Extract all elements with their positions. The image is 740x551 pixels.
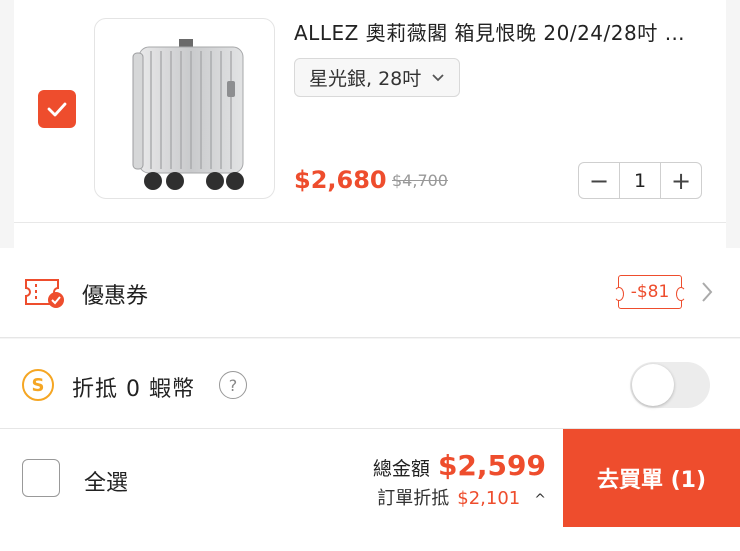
original-price: $4,700 bbox=[392, 171, 448, 190]
help-icon[interactable]: ? bbox=[219, 371, 247, 399]
quantity-value[interactable]: 1 bbox=[619, 163, 661, 198]
coins-row: S 折抵 0 蝦幣 ? bbox=[0, 339, 740, 429]
decrease-button[interactable]: − bbox=[579, 163, 619, 198]
suitcase-image bbox=[132, 39, 244, 190]
coins-toggle[interactable] bbox=[630, 362, 710, 408]
chevron-right-icon bbox=[702, 282, 713, 302]
voucher-discount-badge: -$81 bbox=[614, 275, 686, 309]
quantity-stepper: − 1 + bbox=[578, 162, 702, 199]
toggle-knob bbox=[632, 364, 674, 406]
variant-selector[interactable]: 星光銀, 28吋 bbox=[294, 58, 461, 97]
coins-label: 折抵 0 蝦幣 bbox=[72, 377, 195, 402]
voucher-icon bbox=[25, 279, 64, 308]
discount-label: 訂單折抵 bbox=[377, 488, 450, 509]
coin-icon: S bbox=[22, 369, 54, 401]
discount-line[interactable]: 訂單折抵 $2,101 ^ bbox=[377, 484, 546, 510]
check-icon bbox=[47, 102, 67, 117]
checkout-button[interactable]: 去買單 (1) bbox=[563, 429, 740, 527]
select-all-label[interactable]: 全選 bbox=[84, 465, 128, 497]
product-thumbnail[interactable] bbox=[94, 18, 275, 199]
variant-label: 星光銀, 28吋 bbox=[309, 68, 422, 90]
item-checkbox[interactable] bbox=[38, 90, 76, 128]
select-all-checkbox[interactable] bbox=[22, 459, 60, 497]
chevron-down-icon bbox=[432, 73, 444, 81]
product-title[interactable]: ALLEZ 奧莉薇閣 箱見恨晚 20/24/28吋 行李箱 bbox=[294, 18, 704, 48]
voucher-label: 優惠券 bbox=[82, 284, 149, 309]
total-label: 總金額 bbox=[372, 458, 430, 480]
total-line: 總金額 $2,599 bbox=[373, 449, 546, 482]
chevron-up-icon[interactable]: ^ bbox=[534, 492, 546, 508]
discount-value: $2,101 bbox=[457, 488, 521, 509]
increase-button[interactable]: + bbox=[661, 163, 701, 198]
checkout-bar: 全選 總金額 $2,599 訂單折抵 $2,101 ^ 去買單 (1) bbox=[0, 429, 740, 551]
total-value: $2,599 bbox=[437, 449, 546, 482]
voucher-row[interactable]: 優惠券 -$81 bbox=[0, 248, 740, 338]
card-divider bbox=[14, 222, 726, 248]
sale-price: $2,680 bbox=[294, 166, 387, 194]
